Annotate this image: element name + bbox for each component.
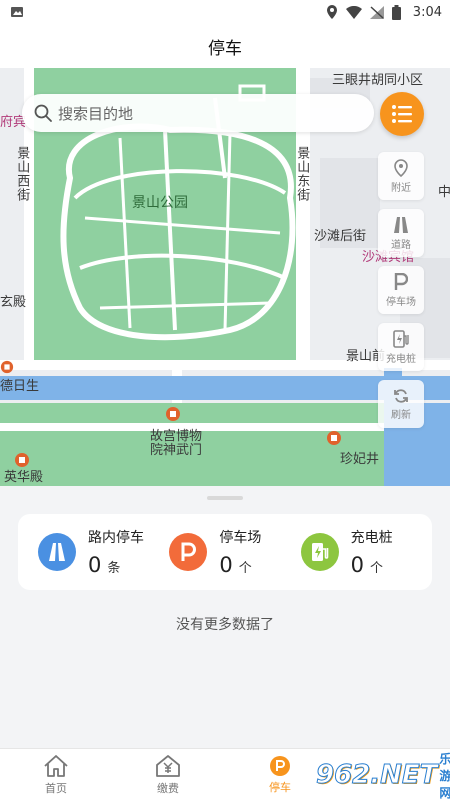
tool-road-label: 道路 xyxy=(391,239,411,251)
watermark-text: 962.NET xyxy=(315,760,438,790)
location-icon xyxy=(326,5,337,19)
stat-unit: 条 xyxy=(107,561,121,576)
battery-icon xyxy=(391,4,401,20)
tool-road[interactable]: 道路 xyxy=(378,209,424,257)
charger-icon xyxy=(300,533,339,571)
drag-handle[interactable] xyxy=(207,496,243,500)
tool-charger[interactable]: 充电桩 xyxy=(378,323,424,371)
stat-count: 0 xyxy=(88,553,102,577)
image-notification-icon xyxy=(11,7,23,17)
stat-unit: 个 xyxy=(238,561,252,576)
page-title: 停车 xyxy=(0,24,450,68)
map-label-sanyan: 三眼井胡同小区 xyxy=(332,73,424,88)
clock: 3:04 xyxy=(412,4,442,20)
wifi-icon xyxy=(345,5,362,19)
tab-payment-label: 缴费 xyxy=(157,781,179,795)
stat-parking-lot[interactable]: 停车场 0个 xyxy=(169,527,300,577)
road-icon xyxy=(394,216,408,233)
location-pin-icon xyxy=(394,158,408,177)
tool-nearby[interactable]: 附近 xyxy=(378,152,424,200)
poi-marker-icon[interactable] xyxy=(165,406,181,422)
charger-icon xyxy=(393,329,409,348)
stat-label: 充电桩 xyxy=(350,530,393,546)
poi-marker-icon[interactable] xyxy=(14,452,30,468)
map-label-shatan-back: 沙滩后街 xyxy=(314,229,367,244)
status-bar: 3:04 xyxy=(0,0,450,24)
stat-count: 0 xyxy=(350,553,365,577)
no-signal-icon xyxy=(369,5,384,19)
no-more-data-text: 没有更多数据了 xyxy=(176,617,274,633)
map-label-jingshan-park: 景山公园 xyxy=(132,195,188,211)
watermark-logo: 962.NET 乐游网 xyxy=(315,751,450,800)
stat-label: 路内停车 xyxy=(88,530,144,546)
search-input[interactable]: 搜索目的地 xyxy=(22,94,374,132)
stat-count: 0 xyxy=(219,553,233,577)
refresh-icon xyxy=(394,388,408,403)
home-icon xyxy=(44,754,68,777)
tool-charger-label: 充电桩 xyxy=(386,353,416,365)
tab-payment[interactable]: 缴费 xyxy=(112,749,224,800)
payment-icon xyxy=(156,754,180,777)
parking-summary-panel: 路内停车 0条 停车场 0个 充电桩 0个 没有更多数据了 xyxy=(0,486,450,748)
parking-icon xyxy=(270,755,290,776)
watermark-sub: 乐游网 xyxy=(439,751,450,800)
map-label-xuanyao: 玄殿 xyxy=(0,295,27,310)
list-menu-button[interactable] xyxy=(380,92,424,136)
tool-parking[interactable]: 停车场 xyxy=(378,266,424,314)
parking-icon xyxy=(169,533,208,571)
search-icon xyxy=(34,104,52,122)
map-label-shenwumen: 故宫博物院神武门 xyxy=(150,429,203,459)
poi-marker-icon[interactable] xyxy=(0,360,14,374)
map-label-zhong: 中 xyxy=(438,185,450,200)
stat-unit: 个 xyxy=(370,561,384,576)
map-label-jingshan-west: 景山西街 xyxy=(14,146,30,202)
search-placeholder: 搜索目的地 xyxy=(58,104,134,123)
tab-home-label: 首页 xyxy=(45,781,67,795)
tool-parking-label: 停车场 xyxy=(386,296,416,308)
stat-street-parking[interactable]: 路内停车 0条 xyxy=(38,527,169,577)
stat-label: 停车场 xyxy=(219,530,262,546)
parking-icon xyxy=(394,272,408,290)
tool-nearby-label: 附近 xyxy=(391,182,411,194)
tool-refresh[interactable]: 刷新 xyxy=(378,380,424,428)
map-label-jingshan-east: 景山东街 xyxy=(294,146,310,202)
tool-refresh-label: 刷新 xyxy=(391,409,411,421)
map-label-yinghua: 英华殿 xyxy=(4,470,44,485)
stat-charger[interactable]: 充电桩 0个 xyxy=(300,527,432,577)
tab-parking-label: 停车 xyxy=(269,780,291,794)
list-icon xyxy=(392,105,412,123)
map-label-zhenfei: 珍妃井 xyxy=(340,452,380,467)
stats-card: 路内停车 0条 停车场 0个 充电桩 0个 xyxy=(18,514,432,590)
map-label-desheng: 德日生 xyxy=(0,379,40,394)
tab-home[interactable]: 首页 xyxy=(0,749,112,800)
road-icon xyxy=(38,533,76,571)
poi-marker-icon[interactable] xyxy=(326,430,342,446)
